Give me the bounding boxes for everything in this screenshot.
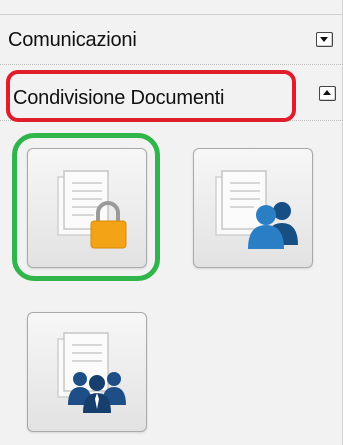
sidebar-panel: Comunicazioni Condivisione Documenti xyxy=(0,0,343,445)
tile-document-users[interactable] xyxy=(193,148,313,268)
top-divider xyxy=(0,14,343,15)
collapse-toggle-condivisione-documenti[interactable] xyxy=(319,86,336,101)
collapse-toggle-comunicazioni[interactable] xyxy=(316,32,333,47)
document-users-icon xyxy=(215,170,298,249)
tile-document-group[interactable] xyxy=(27,312,147,432)
section-header-comunicazioni[interactable]: Comunicazioni xyxy=(0,20,343,60)
chevron-up-icon xyxy=(323,90,331,95)
section-header-label: Comunicazioni xyxy=(8,28,137,51)
section-divider xyxy=(0,64,343,65)
tile-highlight-annotation xyxy=(12,133,160,281)
chevron-down-icon xyxy=(320,37,328,42)
document-group-icon xyxy=(57,332,126,413)
section-highlight-annotation xyxy=(6,70,296,122)
